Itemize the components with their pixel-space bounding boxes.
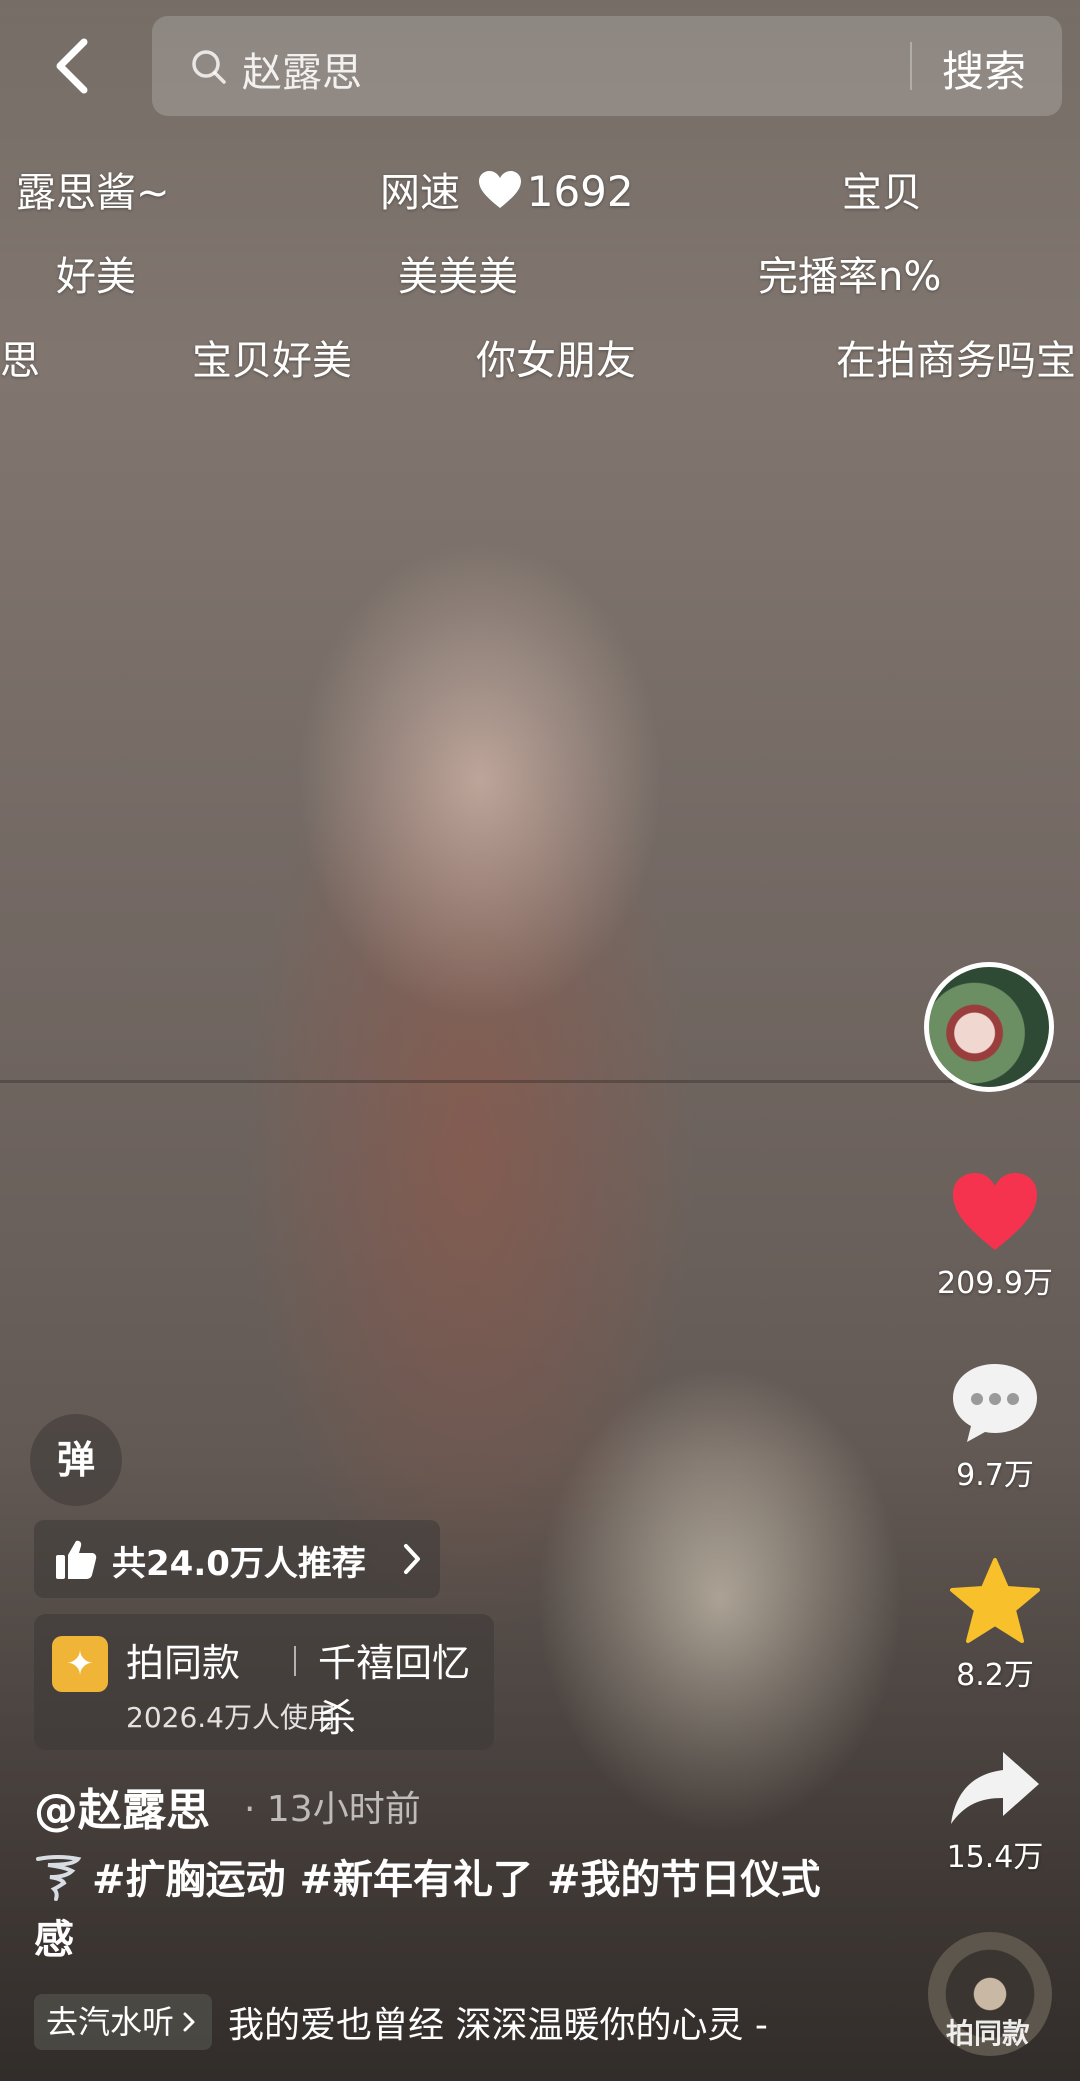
music-title[interactable]: 我的爱也曾经 深深温暖你的心灵 - bbox=[228, 1996, 768, 2048]
hashtag-link[interactable]: #扩胸运动 bbox=[92, 1857, 286, 1903]
danmaku-comment: 露思 bbox=[0, 338, 40, 384]
danmaku-text: 网速 bbox=[380, 170, 460, 216]
effect-name: 千禧回忆杀 bbox=[318, 1641, 471, 1740]
thumbs-up-icon bbox=[56, 1540, 97, 1579]
back-arrow-icon[interactable] bbox=[48, 36, 98, 96]
share-arrow-icon bbox=[951, 1752, 1039, 1824]
danmaku-comment: 宝贝好美 bbox=[192, 338, 352, 384]
search-button[interactable]: 搜索 bbox=[942, 38, 1026, 99]
danmaku-comment: 网速 1692 bbox=[380, 160, 634, 218]
like-button[interactable]: 209.9万 bbox=[930, 1170, 1060, 1302]
danmaku-comment: 你女朋友 bbox=[476, 338, 636, 384]
listen-link-label: 去汽水听 bbox=[46, 2003, 175, 2041]
author-avatar[interactable] bbox=[924, 962, 1054, 1092]
effect-divider bbox=[294, 1646, 296, 1676]
hashtag-link[interactable]: #新年有礼了 bbox=[300, 1857, 534, 1903]
listen-in-qishui-button[interactable]: 去汽水听 bbox=[34, 1994, 213, 2050]
chevron-right-icon bbox=[183, 2012, 195, 2032]
search-input[interactable]: 赵露思 搜索 bbox=[152, 16, 1062, 116]
heart-like-icon bbox=[953, 1173, 1037, 1250]
favorite-button[interactable]: 8.2万 bbox=[930, 1556, 1060, 1694]
author-name[interactable]: @赵露思 bbox=[34, 1774, 210, 1838]
favorite-count: 8.2万 bbox=[956, 1658, 1034, 1693]
tornado-emoji-icon bbox=[36, 1855, 82, 1901]
video-description: #扩胸运动 #新年有礼了 #我的节日仪式感 bbox=[34, 1850, 854, 1970]
recommend-pill[interactable]: 共24.0万人推荐 bbox=[34, 1520, 440, 1598]
search-icon bbox=[192, 50, 226, 84]
search-query: 赵露思 bbox=[242, 50, 362, 96]
danmaku-comment: 露思酱~ bbox=[16, 170, 170, 216]
comment-button[interactable]: 9.7万 bbox=[930, 1360, 1060, 1494]
effect-template-card[interactable]: ✦ 拍同款 千禧回忆杀 2026.4万人使用 bbox=[34, 1614, 494, 1750]
video-vignette bbox=[0, 0, 1080, 2081]
effect-usage-count: 2026.4万人使用 bbox=[126, 1701, 336, 1734]
comment-icon bbox=[953, 1364, 1037, 1442]
heart-icon bbox=[478, 171, 521, 208]
music-disc[interactable]: 拍同款 bbox=[928, 1932, 1052, 2056]
danmaku-comment: 宝贝 bbox=[842, 170, 922, 216]
music-disc-label: 拍同款 bbox=[946, 2017, 1031, 2050]
danmaku-comment: 美美美 bbox=[398, 254, 518, 300]
danmaku-comment: 在拍商务吗宝 bbox=[836, 338, 1076, 384]
star-icon bbox=[950, 1558, 1040, 1643]
danmaku-comment: 完播率n% bbox=[758, 254, 942, 300]
effect-title: 拍同款 bbox=[126, 1641, 241, 1685]
share-count: 15.4万 bbox=[946, 1840, 1044, 1875]
recommend-count-text: 共24.0万人推荐 bbox=[112, 1544, 366, 1584]
like-count: 209.9万 bbox=[937, 1266, 1053, 1301]
post-time: · 13小时前 bbox=[244, 1789, 421, 1830]
danmaku-comment: 好美 bbox=[56, 254, 136, 300]
chevron-right-icon bbox=[404, 1544, 420, 1574]
danmaku-count: 1692 bbox=[526, 167, 634, 216]
search-divider bbox=[910, 42, 912, 90]
share-button[interactable]: 15.4万 bbox=[930, 1748, 1060, 1876]
danmaku-toggle-button[interactable]: 弹 bbox=[30, 1414, 122, 1506]
comment-count: 9.7万 bbox=[956, 1458, 1034, 1493]
sparkle-icon: ✦ bbox=[52, 1636, 108, 1692]
